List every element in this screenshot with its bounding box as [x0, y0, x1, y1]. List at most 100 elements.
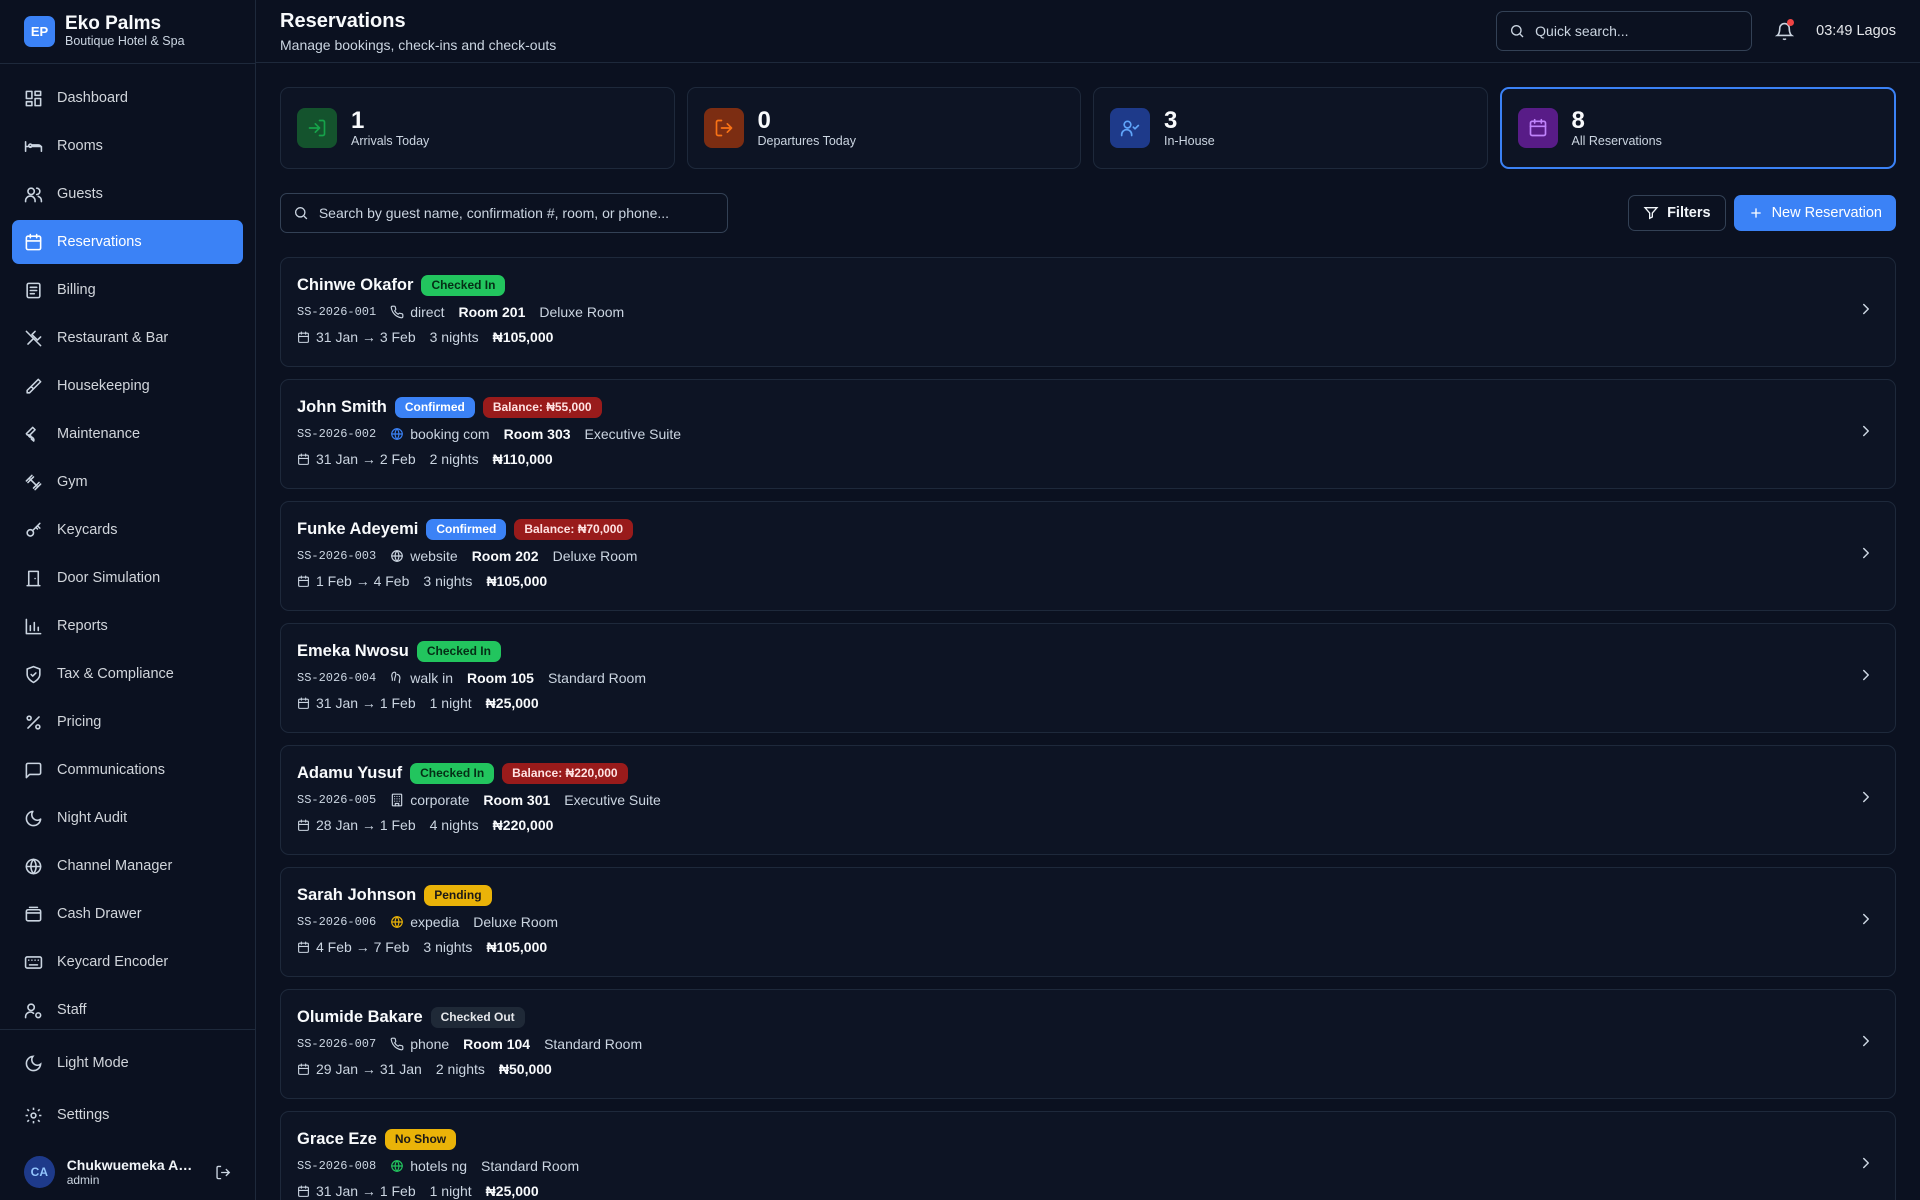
new-reservation-button[interactable]: New Reservation — [1733, 195, 1896, 231]
confirmation-number: SS-2026-006 — [297, 915, 377, 929]
sidebar-item-cash-drawer[interactable]: Cash Drawer — [12, 892, 243, 936]
reservation-card[interactable]: Grace Eze No Show SS-2026-008 hotels ng Stan… — [280, 1111, 1896, 1200]
sidebar-item-gym[interactable]: Gym — [12, 460, 243, 504]
chevron-right-icon[interactable] — [1857, 422, 1875, 440]
chevron-right-icon[interactable] — [1857, 1032, 1875, 1050]
reservation-card[interactable]: Chinwe Okafor Checked In SS-2026-001 direct… — [280, 257, 1896, 367]
booking-source-label: corporate — [410, 792, 470, 808]
page-subtitle: Manage bookings, check-ins and check-out… — [280, 36, 557, 53]
sidebar-item-keycards[interactable]: Keycards — [12, 508, 243, 552]
confirmation-number: SS-2026-008 — [297, 1159, 377, 1173]
stay-dates-label: 28 Jan → 1 Feb — [316, 817, 416, 833]
sidebar-nav: Dashboard Rooms Guests Reservations Billing R… — [0, 64, 255, 1029]
chevron-right-icon[interactable] — [1857, 666, 1875, 684]
utensils-icon — [25, 330, 42, 346]
reservation-search-input[interactable] — [318, 205, 715, 221]
status-badge: No Show — [384, 1128, 457, 1150]
phone-icon — [390, 305, 404, 319]
sidebar-item-dashboard[interactable]: Dashboard — [12, 76, 243, 120]
sidebar-item-night-audit[interactable]: Night Audit — [12, 796, 243, 840]
quick-search-input[interactable] — [1535, 23, 1736, 39]
filters-button[interactable]: Filters — [1628, 195, 1726, 231]
reservation-card[interactable]: Olumide Bakare Checked Out SS-2026-007 phon… — [280, 989, 1896, 1099]
confirmation-number: SS-2026-003 — [297, 549, 377, 563]
sidebar-item-label: Tax & Compliance — [57, 666, 174, 682]
stats-row: 1 Arrivals Today 0 Departures Today 3 In-Hous… — [280, 87, 1896, 169]
chevron-right-icon[interactable] — [1857, 544, 1875, 562]
sidebar-item-guests[interactable]: Guests — [12, 172, 243, 216]
sidebar-item-billing[interactable]: Billing — [12, 268, 243, 312]
settings-label: Settings — [57, 1107, 110, 1123]
room-number: Room 105 — [467, 670, 534, 686]
sidebar-item-door-simulation[interactable]: Door Simulation — [12, 556, 243, 600]
sidebar-item-keycard-encoder[interactable]: Keycard Encoder — [12, 940, 243, 984]
nights: 3 nights — [423, 939, 473, 955]
chevron-right-icon[interactable] — [1857, 300, 1875, 318]
stat-card-all-reservations[interactable]: 8 All Reservations — [1499, 87, 1896, 169]
reservation-card[interactable]: John Smith Confirmed Balance: ₦55,000 SS-20… — [280, 379, 1896, 489]
theme-toggle[interactable]: Light Mode — [12, 1040, 243, 1086]
guest-name: Sarah Johnson — [297, 885, 417, 904]
booking-source-label: walk in — [410, 670, 454, 686]
stat-card-arrivals-today[interactable]: 1 Arrivals Today — [280, 87, 675, 169]
balance-badge: Balance: ₦70,000 — [514, 518, 634, 540]
room-number: Room 201 — [458, 304, 526, 320]
sidebar-item-maintenance[interactable]: Maintenance — [12, 412, 243, 456]
sidebar: EP Eko Palms Boutique Hotel & Spa Dashbo… — [0, 0, 256, 1200]
room-type: Standard Room — [547, 670, 646, 686]
booking-source: website — [390, 548, 458, 564]
sidebar-item-housekeeping[interactable]: Housekeeping — [12, 364, 243, 408]
brand-subtitle: Boutique Hotel & Spa — [65, 34, 185, 48]
reservation-card[interactable]: Emeka Nwosu Checked In SS-2026-004 walk in R… — [280, 623, 1896, 733]
sidebar-item-channel-manager[interactable]: Channel Manager — [12, 844, 243, 888]
booking-source-label: hotels ng — [410, 1158, 468, 1174]
sidebar-item-rooms[interactable]: Rooms — [12, 124, 243, 168]
nights: 1 night — [429, 1183, 472, 1199]
sidebar-item-pricing[interactable]: Pricing — [12, 700, 243, 744]
wallet-icon — [25, 906, 42, 922]
receipt-icon — [26, 282, 41, 298]
sidebar-item-reports[interactable]: Reports — [12, 604, 243, 648]
arrival-icon — [308, 119, 326, 137]
calendar-icon — [298, 453, 309, 465]
booking-source-label: expedia — [410, 914, 460, 930]
reservation-card[interactable]: Sarah Johnson Pending SS-2026-006 expedia De… — [280, 867, 1896, 977]
booking-source: corporate — [390, 792, 469, 808]
globe-icon — [25, 858, 42, 874]
reservation-card[interactable]: Funke Adeyemi Confirmed Balance: ₦70,000 SS… — [280, 501, 1896, 611]
booking-source: direct — [390, 304, 444, 320]
sidebar-item-reservations[interactable]: Reservations — [12, 220, 243, 264]
total-amount: ₦25,000 — [485, 695, 539, 711]
stay-dates: 31 Jan → 1 Feb — [297, 695, 416, 711]
chevron-right-icon — [1863, 425, 1869, 437]
chevron-right-icon[interactable] — [1857, 1154, 1875, 1172]
sidebar-item-label: Night Audit — [57, 810, 128, 826]
stat-icon — [297, 108, 337, 148]
stat-card-in-house[interactable]: 3 In-House — [1093, 87, 1488, 169]
room-type: Standard Room — [544, 1036, 643, 1052]
sidebar-item-restaurant-bar[interactable]: Restaurant & Bar — [12, 316, 243, 360]
sidebar-item-tax-compliance[interactable]: Tax & Compliance — [12, 652, 243, 696]
chevron-right-icon — [1863, 1035, 1869, 1047]
confirmation-number: SS-2026-002 — [297, 427, 377, 441]
calendar-icon — [298, 575, 309, 587]
total-amount: ₦110,000 — [492, 451, 553, 467]
stat-value: 1 — [351, 107, 365, 134]
sidebar-item-staff[interactable]: Staff — [12, 988, 243, 1029]
stat-card-departures-today[interactable]: 0 Departures Today — [686, 87, 1081, 169]
guest-name: Adamu Yusuf — [297, 763, 403, 782]
sidebar-item-label: Cash Drawer — [57, 906, 142, 922]
notifications-button[interactable] — [1772, 19, 1796, 43]
wrench-icon — [25, 426, 36, 442]
chevron-right-icon[interactable] — [1857, 910, 1875, 928]
reservation-card[interactable]: Adamu Yusuf Checked In Balance: ₦220,000 SS… — [280, 745, 1896, 855]
settings-link[interactable]: Settings — [12, 1092, 243, 1138]
status-badge: Checked In — [416, 640, 501, 662]
chevron-right-icon[interactable] — [1857, 788, 1875, 806]
guest-name: Grace Eze — [297, 1129, 377, 1148]
calendar-icon — [298, 1185, 309, 1197]
logout-icon[interactable] — [215, 1164, 231, 1181]
room-type: Executive Suite — [584, 426, 682, 442]
sidebar-item-communications[interactable]: Communications — [12, 748, 243, 792]
guest-name: Chinwe Okafor — [297, 275, 414, 294]
